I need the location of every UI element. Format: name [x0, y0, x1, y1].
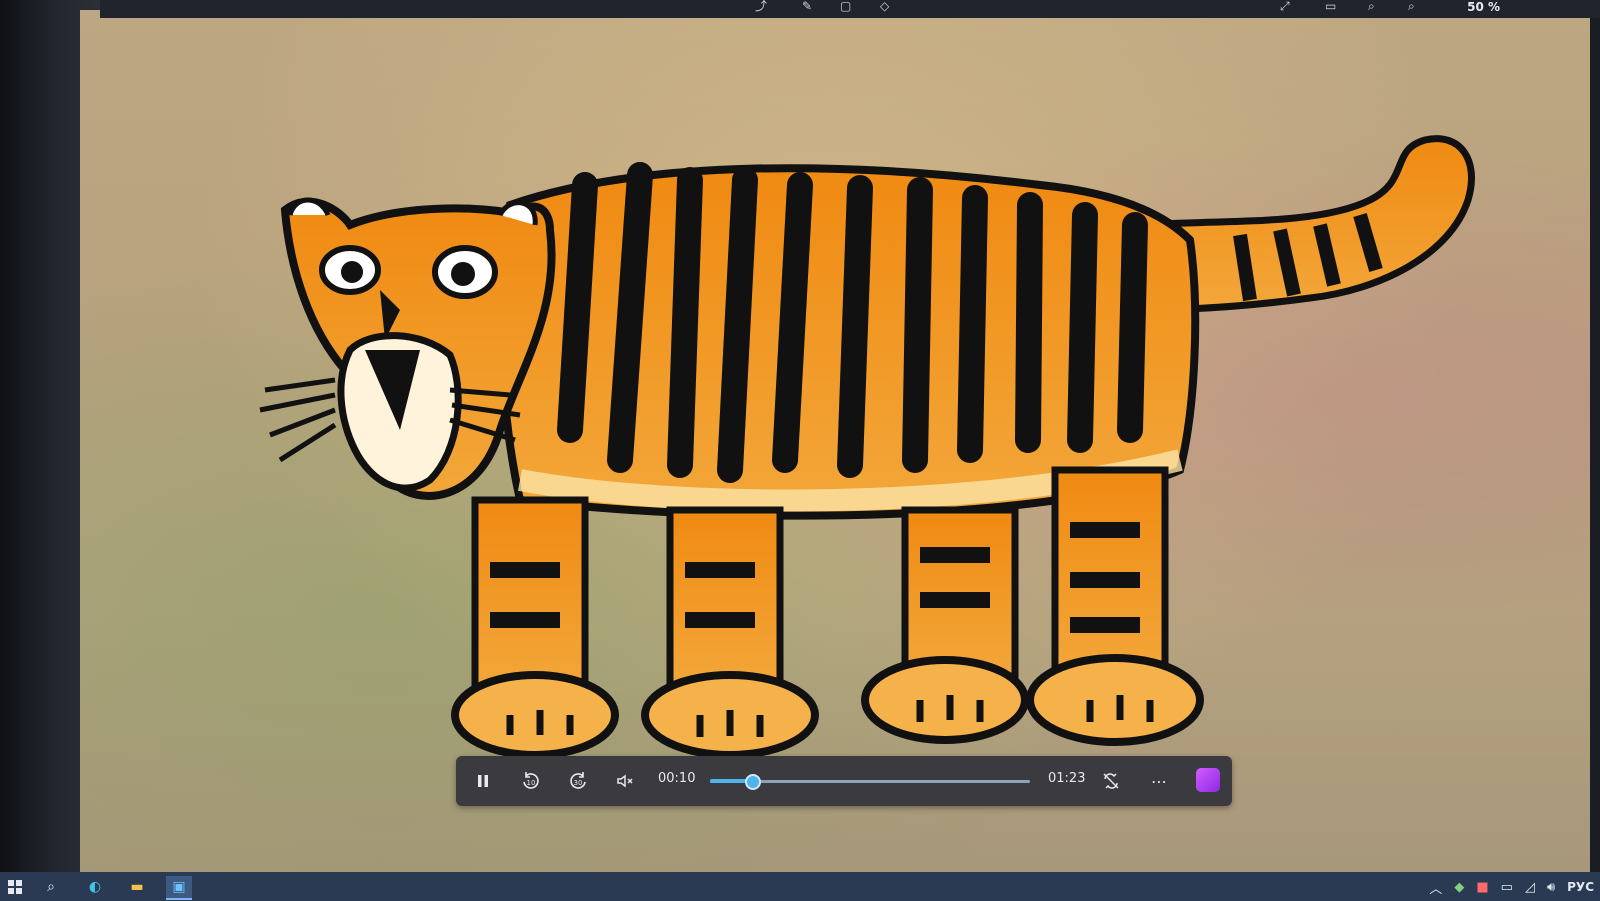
skip-back-seconds: 10	[527, 779, 536, 787]
total-time: 01:23	[1048, 771, 1086, 786]
repeat-off-icon[interactable]	[1096, 766, 1126, 796]
photos-app-icon[interactable]: ▣	[166, 876, 192, 900]
file-explorer-icon[interactable]: ▬	[124, 876, 150, 898]
app-tray-icon[interactable]: ■	[1476, 880, 1488, 895]
language-indicator[interactable]: РУС	[1567, 880, 1594, 894]
skip-back-icon[interactable]: 10	[516, 766, 546, 796]
zoom-out-icon[interactable]: ⌕	[1368, 0, 1375, 12]
volume-icon[interactable]: 🔊︎	[1547, 880, 1555, 895]
display-icon[interactable]: ▭	[1501, 880, 1513, 895]
mute-icon[interactable]	[610, 766, 640, 796]
more-options-icon[interactable]: ⋯	[1144, 766, 1174, 796]
save-icon[interactable]: ▢	[840, 0, 851, 12]
window-icon[interactable]: ▭	[1325, 0, 1336, 12]
search-icon[interactable]: ⌕	[38, 876, 64, 898]
chevron-up-icon[interactable]: ︿	[1429, 878, 1442, 897]
edge-icon[interactable]: ◐	[82, 876, 108, 898]
seek-thumb[interactable]	[744, 774, 761, 790]
zoom-level[interactable]: 50 %	[1467, 0, 1500, 14]
tiger-drawing	[259, 135, 1475, 759]
network-icon[interactable]: ◿	[1525, 880, 1535, 895]
clipchamp-icon[interactable]	[1196, 768, 1220, 792]
share-icon[interactable]: ⤴	[755, 0, 767, 12]
skip-forward-icon[interactable]: 30	[563, 766, 593, 796]
start-icon[interactable]	[2, 876, 28, 898]
pen-icon[interactable]: ✎	[802, 0, 812, 12]
current-time: 00:10	[658, 771, 696, 786]
media-controls-bar: 10 30 00:10 01:23 ⋯	[456, 756, 1232, 806]
zoom-in-icon[interactable]: ⌕	[1408, 0, 1415, 12]
monitor-screen: 10 30 00:10 01:23 ⋯ ⤴ ✎ ▢ ◇ ⤢ ▭ ⌕ ⌕ 50 %…	[0, 0, 1600, 901]
fullscreen-icon[interactable]: ⤢	[1280, 0, 1290, 12]
system-tray: ︿ ◆ ■ ▭ ◿ 🔊︎ РУС	[1423, 876, 1600, 898]
seek-slider[interactable]	[710, 774, 1030, 790]
viewer-toolbar: ⤴ ✎ ▢ ◇ ⤢ ▭ ⌕ ⌕ 50 %	[100, 0, 1600, 18]
pause-icon[interactable]	[468, 766, 498, 796]
taskbar: ⌕ ◐ ▬ ▣ ︿ ◆ ■ ▭ ◿ 🔊︎ РУС	[0, 872, 1600, 901]
security-icon[interactable]: ◆	[1454, 880, 1464, 895]
video-frame[interactable]: 10 30 00:10 01:23 ⋯	[80, 10, 1590, 872]
skip-forward-seconds: 30	[574, 779, 583, 787]
tag-icon[interactable]: ◇	[880, 0, 889, 12]
